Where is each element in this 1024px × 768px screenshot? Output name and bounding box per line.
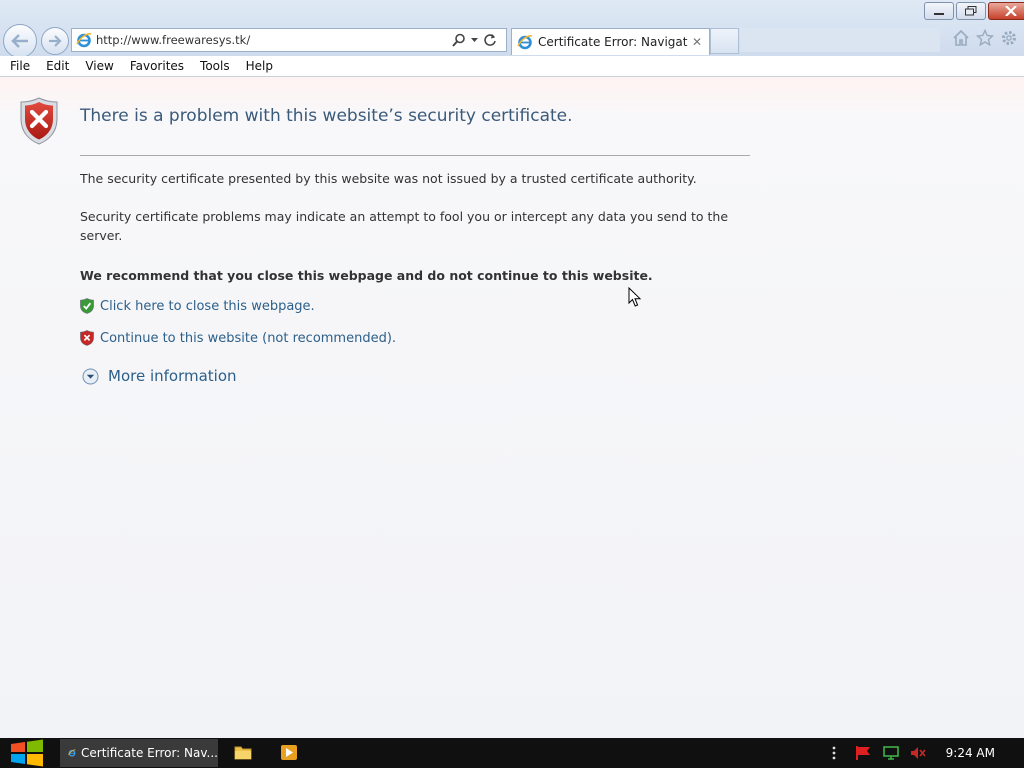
tab-close-button[interactable]: ✕ (692, 35, 702, 49)
recommendation-message: We recommend that you close this webpage… (80, 268, 653, 283)
minimize-button[interactable] (924, 2, 954, 20)
forward-button[interactable] (41, 27, 69, 55)
divider (80, 155, 750, 156)
network-icon[interactable] (882, 745, 900, 761)
address-bar[interactable] (71, 28, 507, 52)
address-tools (452, 33, 497, 47)
taskbar-ie-label: Certificate Error: Nav... (81, 746, 218, 760)
tray-overflow-icon[interactable] (832, 745, 836, 761)
media-player-icon[interactable] (280, 742, 298, 762)
search-icon[interactable] (452, 33, 466, 47)
continue-website-label[interactable]: Continue to this website (not recommende… (100, 331, 396, 346)
taskbar-ie-button[interactable]: Certificate Error: Nav... (60, 739, 218, 767)
more-information-label[interactable]: More information (108, 367, 237, 385)
ie-icon (517, 35, 533, 50)
action-center-flag-icon[interactable] (855, 745, 873, 761)
star-icon[interactable] (976, 29, 994, 47)
minimize-icon (934, 13, 944, 15)
menu-help[interactable]: Help (238, 59, 281, 73)
page-title: There is a problem with this website’s s… (80, 106, 573, 126)
new-tab-button[interactable] (710, 28, 739, 54)
tab-strip (740, 28, 940, 52)
taskbar: Certificate Error: Nav... 9:24 AM (0, 738, 1024, 768)
close-webpage-link[interactable]: Click here to close this webpage. (80, 298, 315, 314)
volume-muted-icon[interactable] (909, 745, 927, 761)
start-button[interactable] (10, 738, 44, 768)
home-icon[interactable] (952, 29, 970, 47)
ie-icon (68, 749, 76, 757)
window-controls (922, 2, 1024, 20)
mouse-cursor-icon (628, 287, 642, 307)
safe-shield-icon (80, 298, 94, 314)
gear-icon[interactable] (1000, 29, 1018, 47)
more-information-toggle[interactable]: More information (82, 367, 237, 385)
ie-icon (76, 33, 92, 48)
restore-button[interactable] (956, 2, 986, 20)
menu-bar: File Edit View Favorites Tools Help (0, 56, 1024, 77)
tab-label: Certificate Error: Navigatio... (538, 35, 688, 49)
page-content: There is a problem with this website’s s… (0, 77, 1024, 738)
unsafe-shield-icon (80, 330, 94, 346)
address-input[interactable] (96, 30, 446, 50)
restore-icon (965, 6, 977, 16)
error-shield-icon (20, 97, 58, 145)
expand-circle-icon (82, 368, 99, 384)
taskbar-clock[interactable]: 9:24 AM (946, 746, 995, 760)
toolbar-icons (952, 29, 1018, 47)
file-explorer-icon[interactable] (234, 742, 252, 762)
close-window-button[interactable] (988, 2, 1024, 20)
menu-tools[interactable]: Tools (192, 59, 238, 73)
menu-file[interactable]: File (0, 59, 38, 73)
back-button[interactable] (3, 24, 37, 58)
warning-message: Security certificate problems may indica… (80, 209, 729, 243)
certificate-message: The security certificate presented by th… (80, 171, 697, 186)
arrow-right-icon (49, 35, 62, 47)
arrow-left-icon (11, 34, 28, 48)
continue-website-link[interactable]: Continue to this website (not recommende… (80, 330, 396, 346)
menu-edit[interactable]: Edit (38, 59, 77, 73)
browser-titlebar: Certificate Error: Navigatio... ✕ (0, 0, 1024, 58)
menu-view[interactable]: View (77, 59, 121, 73)
refresh-icon[interactable] (483, 33, 497, 47)
close-webpage-label[interactable]: Click here to close this webpage. (100, 299, 315, 314)
menu-favorites[interactable]: Favorites (122, 59, 192, 73)
system-tray: 9:24 AM (832, 738, 1024, 768)
tab-certificate-error[interactable]: Certificate Error: Navigatio... ✕ (511, 28, 710, 55)
close-icon (1005, 6, 1017, 16)
chevron-down-icon[interactable] (470, 36, 479, 44)
